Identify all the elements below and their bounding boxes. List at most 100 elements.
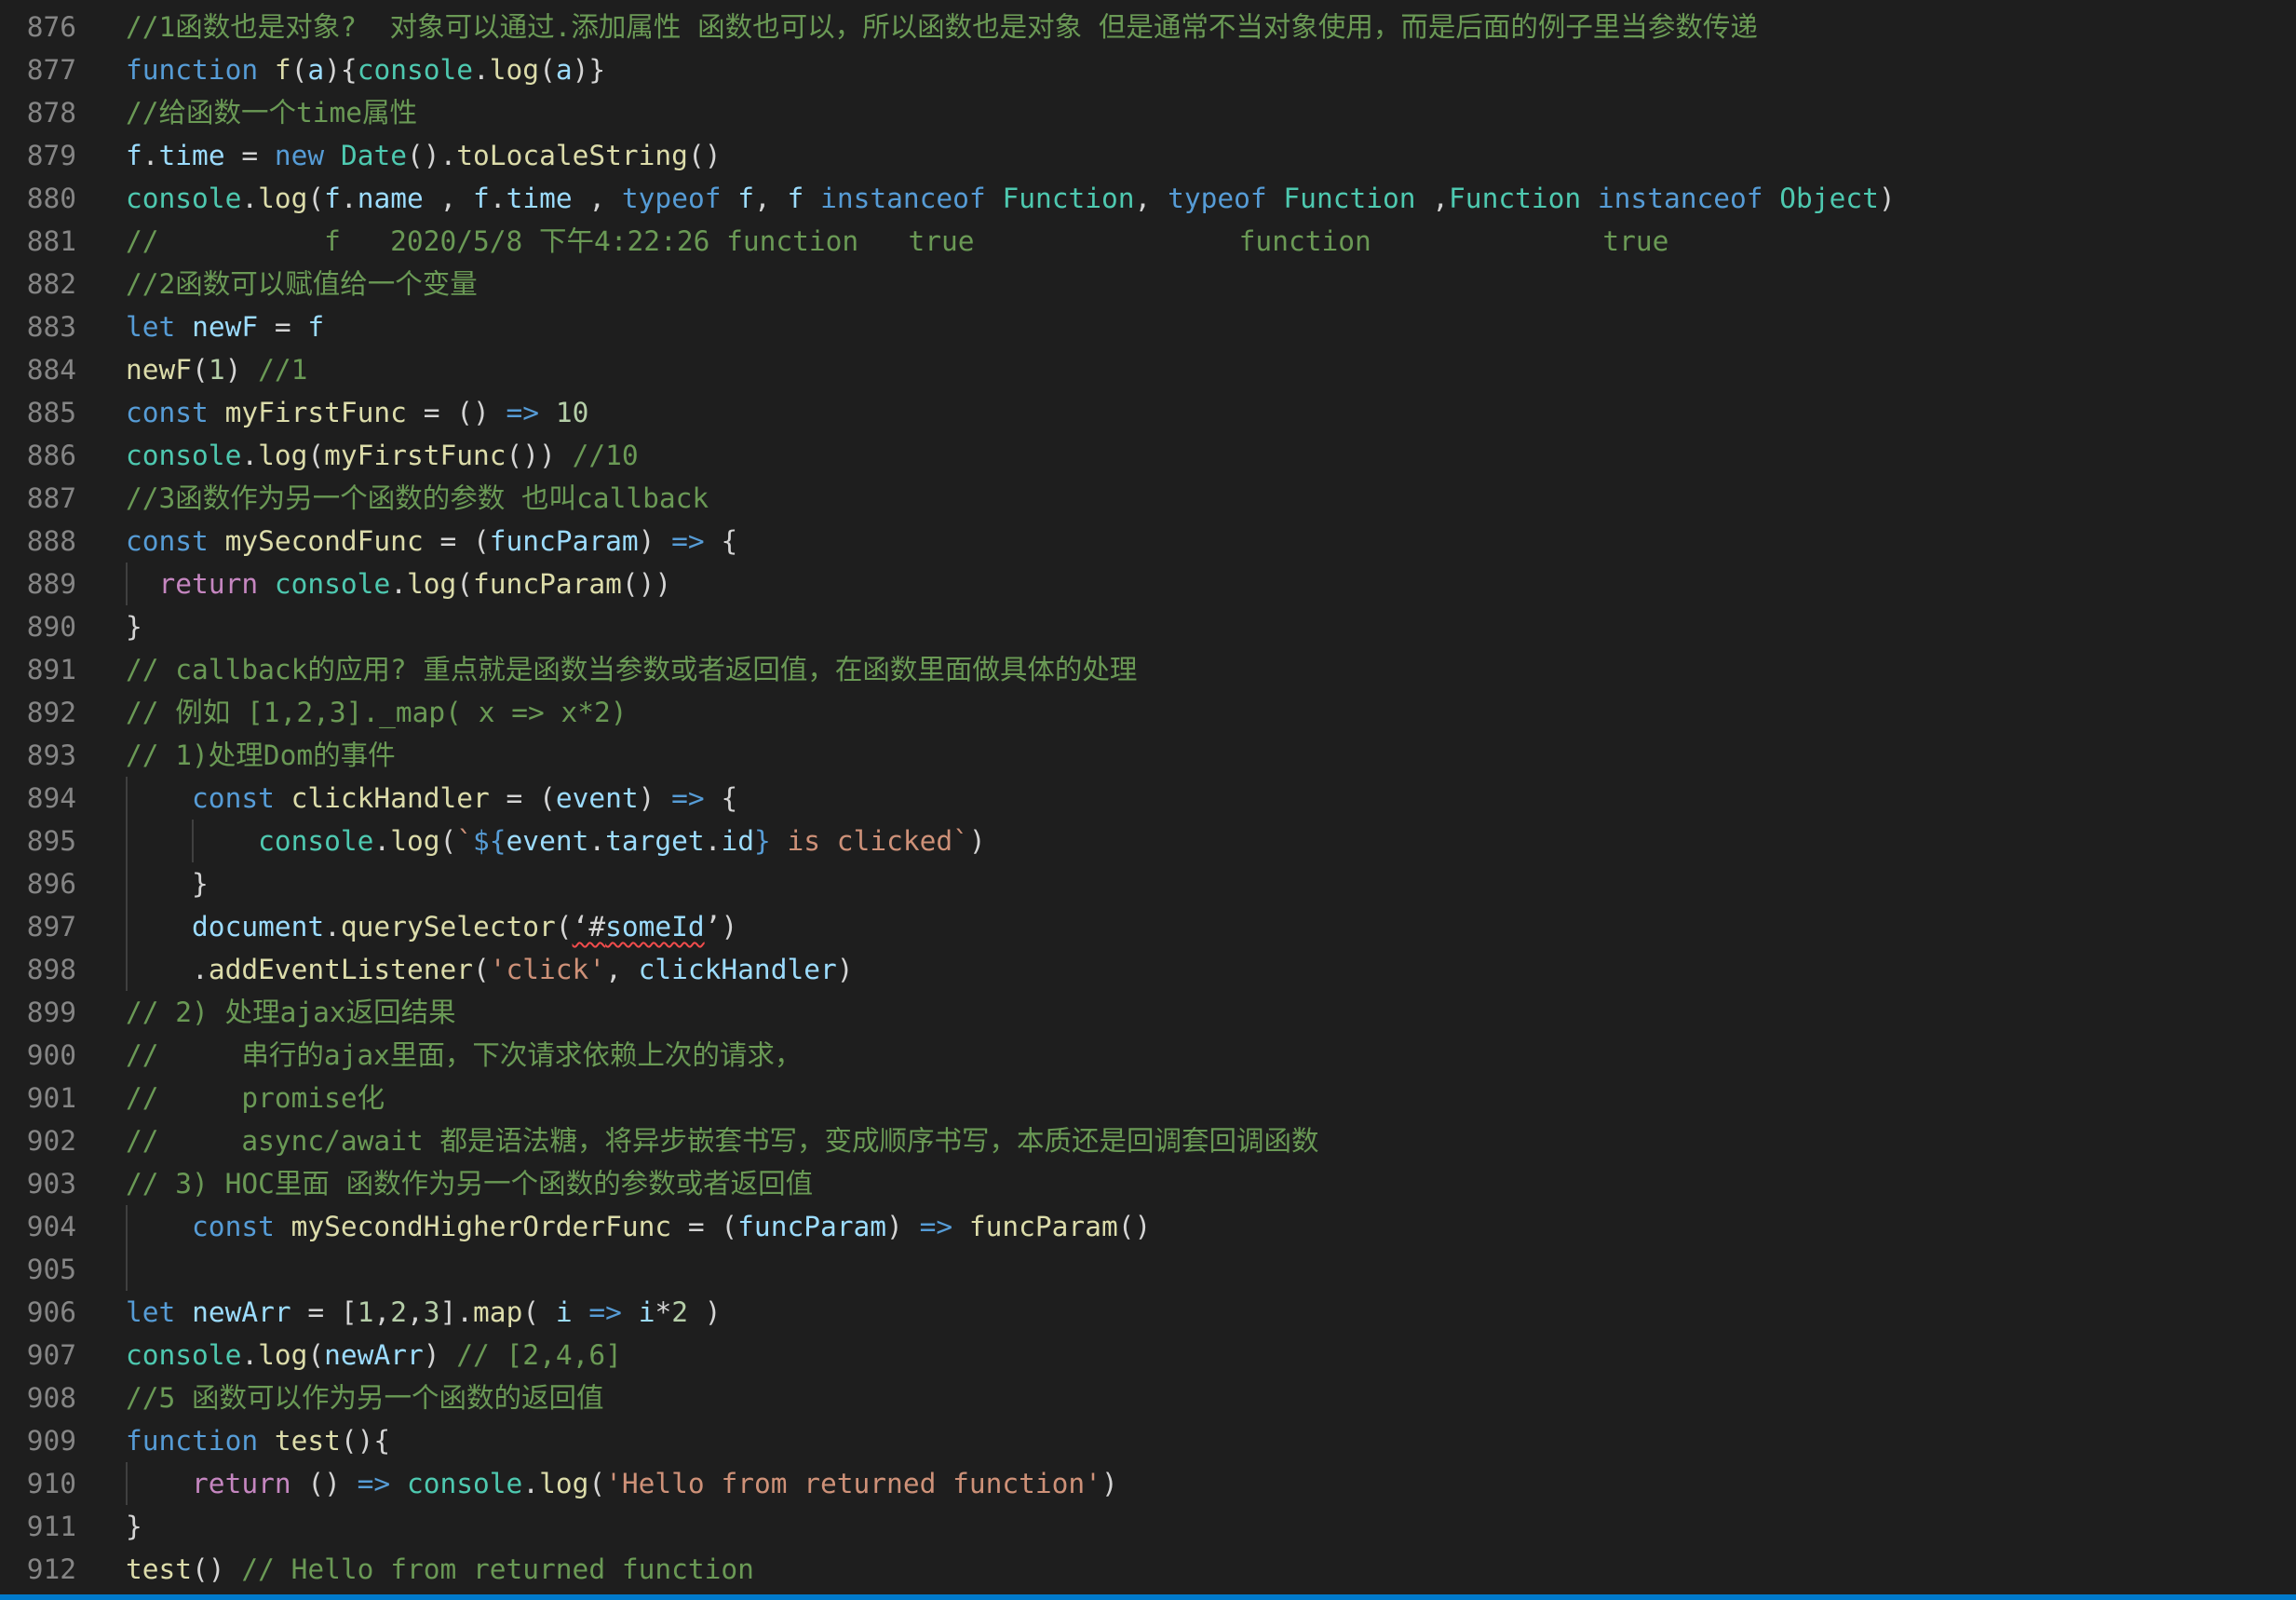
code-token: log [539, 1468, 589, 1499]
code-comment: // callback的应用? 重点就是函数当参数或者返回值，在函数里面做具体的… [126, 654, 1138, 685]
code-line[interactable]: 900 // 串行的ajax里面，下次请求依赖上次的请求， [0, 1034, 2296, 1077]
code-line[interactable]: 878 //给函数一个time属性 [0, 91, 2296, 134]
code-token: } [126, 1511, 142, 1542]
code-token: newF [192, 311, 259, 343]
line-number: 912 [26, 1553, 76, 1585]
line-number: 904 [26, 1211, 76, 1242]
code-token: ( [192, 354, 209, 386]
code-line[interactable]: 891 // callback的应用? 重点就是函数当参数或者返回值，在函数里面做… [0, 648, 2296, 691]
code-token: const [126, 525, 209, 557]
code-line[interactable]: 884 newF(1) //1 [0, 348, 2296, 391]
code-text: console.log(f.name , f.time , typeof f, … [126, 177, 1896, 220]
code-line[interactable]: 881 // f 2020/5/8 下午4:22:26 function true… [0, 220, 2296, 263]
error-squiggle-token: ‘# [572, 911, 606, 942]
code-line[interactable]: 882 //2函数可以赋值给一个变量 [0, 263, 2296, 305]
code-line[interactable]: 896 } [0, 862, 2296, 905]
code-token: , [406, 1296, 424, 1328]
code-token: , [1415, 183, 1450, 214]
code-token: function [126, 1425, 259, 1457]
code-token: () [290, 1468, 358, 1499]
code-token: ( [522, 1296, 556, 1328]
code-line[interactable]: 880 console.log(f.name , f.time , typeof … [0, 177, 2296, 220]
code-line[interactable]: 903 // 3) HOC里面 函数作为另一个函数的参数或者返回值 [0, 1162, 2296, 1205]
code-line[interactable]: 898 .addEventListener('click', clickHand… [0, 948, 2296, 991]
code-line[interactable]: 890} [0, 605, 2296, 648]
code-line[interactable]: 892 // 例如 [1,2,3]._map( x => x*2) [0, 691, 2296, 734]
code-token: f [126, 140, 142, 171]
code-line[interactable]: 879 f.time = new Date().toLocaleString() [0, 134, 2296, 177]
code-token: Object [1779, 183, 1879, 214]
code-comment: //5 函数可以作为另一个函数的返回值 [126, 1382, 604, 1414]
code-line[interactable]: 911} [0, 1505, 2296, 1548]
code-line[interactable]: 877 function f(a){console.log(a)} [0, 48, 2296, 91]
code-token: const [192, 782, 275, 814]
code-text: test() // Hello from returned function [126, 1548, 754, 1591]
code-text: document.querySelector(‘#someId’) [126, 905, 737, 948]
code-token: f [473, 183, 490, 214]
code-token: ${ [473, 825, 506, 857]
code-line[interactable]: 886 console.log(myFirstFunc()) //10 [0, 434, 2296, 477]
code-line[interactable]: 906 let newArr = [1,2,3].map( i => i*2 ) [0, 1291, 2296, 1334]
status-bar [0, 1594, 2296, 1600]
code-line[interactable]: 889 return console.log(funcParam()) [0, 563, 2296, 605]
code-line[interactable]: 887 //3函数作为另一个函数的参数 也叫callback [0, 477, 2296, 520]
code-editor[interactable]: 876 //1函数也是对象? 对象可以通过.添加属性 函数也可以，所以函数也是对象… [0, 0, 2296, 1600]
code-line[interactable]: 910 return () => console.log('Hello from… [0, 1462, 2296, 1505]
code-text: } [126, 862, 209, 905]
code-token: mySecondHigherOrderFunc [290, 1211, 672, 1242]
error-squiggle-token: someId [605, 911, 705, 942]
code-token: => [919, 1211, 953, 1242]
code-line[interactable]: 909 function test(){ [0, 1419, 2296, 1462]
code-line[interactable]: 894 const clickHandler = (event) => { [0, 777, 2296, 820]
line-number: 898 [26, 954, 76, 985]
code-token: ) [886, 1211, 920, 1242]
code-token: toLocaleString [456, 140, 688, 171]
code-line[interactable]: 908 //5 函数可以作为另一个函数的返回值 [0, 1376, 2296, 1419]
code-line[interactable]: 902 // async/await 都是语法糖，将异步嵌套书写，变成顺序书写，本… [0, 1119, 2296, 1162]
line-number: 899 [26, 997, 76, 1028]
code-line[interactable]: 893 // 1)处理Dom的事件 [0, 734, 2296, 777]
code-text: // 例如 [1,2,3]._map( x => x*2) [126, 691, 628, 734]
code-token: Date [340, 140, 407, 171]
code-token: newArr [324, 1339, 424, 1371]
code-line[interactable]: 876 //1函数也是对象? 对象可以通过.添加属性 函数也可以，所以函数也是对象… [0, 6, 2296, 48]
code-token: . [390, 568, 407, 600]
code-token: instanceof [820, 183, 986, 214]
code-text: const myFirstFunc = () => 10 [126, 391, 588, 434]
code-token: ) [1878, 183, 1896, 214]
code-line[interactable]: 912 test() // Hello from returned functio… [0, 1548, 2296, 1591]
line-number: 905 [26, 1254, 76, 1285]
code-line[interactable]: 885 const myFirstFunc = () => 10 [0, 391, 2296, 434]
code-line[interactable]: 897 document.querySelector(‘#someId’) [0, 905, 2296, 948]
code-token: console [126, 1339, 242, 1371]
line-number: 897 [26, 911, 76, 942]
code-line[interactable]: 907 console.log(newArr) // [2,4,6] [0, 1334, 2296, 1376]
code-text: const mySecondFunc = (funcParam) => { [126, 520, 737, 563]
code-line[interactable]: 888 const mySecondFunc = (funcParam) => { [0, 520, 2296, 563]
code-token: typeof [621, 183, 722, 214]
code-line[interactable]: 904 const mySecondHigherOrderFunc = (fun… [0, 1205, 2296, 1248]
code-line[interactable]: 883 let newF = f [0, 305, 2296, 348]
line-number: 884 [26, 354, 76, 386]
line-number: 911 [26, 1511, 76, 1542]
code-token: { [704, 782, 738, 814]
code-token: map [473, 1296, 523, 1328]
code-token: { [704, 525, 738, 557]
code-token: event [506, 825, 589, 857]
code-token: test [274, 1425, 341, 1457]
code-token: => [671, 782, 705, 814]
code-line[interactable]: 895 console.log(`${event.target.id} is c… [0, 820, 2296, 862]
code-token: clickHandler [638, 954, 837, 985]
code-token: = ( [423, 525, 490, 557]
code-line[interactable]: 899 // 2) 处理ajax返回结果 [0, 991, 2296, 1034]
code-token: console [258, 825, 374, 857]
indent-guide [126, 777, 128, 991]
code-line[interactable]: 905 [0, 1248, 2296, 1291]
code-line[interactable]: 901 // promise化 [0, 1077, 2296, 1119]
code-token: Function [1449, 183, 1582, 214]
code-token: console [406, 1468, 523, 1499]
